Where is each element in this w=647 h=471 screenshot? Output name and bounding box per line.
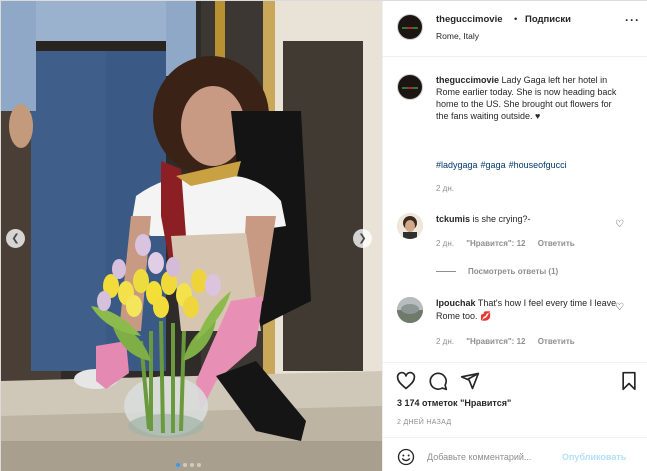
post-photo-area[interactable]: ❮ ❯ — [1, 1, 382, 471]
comment-like-button[interactable]: ♡ — [615, 219, 624, 230]
comment-time[interactable]: 2 дн. — [436, 239, 454, 248]
caption-username[interactable]: theguccimovie — [436, 75, 499, 85]
comment-text-block: tckumis is she crying?- — [436, 213, 621, 226]
carousel-next-button[interactable]: ❯ — [353, 229, 372, 248]
chevron-left-icon: ❮ — [11, 232, 20, 244]
comment-likes-count[interactable]: "Нравится": 12 — [466, 239, 525, 248]
hashtag-link[interactable]: #houseofgucci — [509, 160, 567, 170]
carousel-dot — [183, 463, 187, 467]
following-button[interactable]: Подписки — [525, 14, 571, 25]
likes-label: отметок "Нравится" — [422, 398, 512, 408]
carousel-dot — [176, 463, 180, 467]
comment-time[interactable]: 2 дн. — [436, 337, 454, 346]
comment-text: is she crying?- — [472, 214, 531, 224]
add-comment-bar: Опубликовать — [383, 437, 647, 471]
post-photo — [1, 1, 382, 471]
comment-text-block: lpouchak That's how I feel every time I … — [436, 297, 621, 323]
likes-count[interactable]: 3 174 отметок "Нравится" — [397, 398, 511, 408]
instagram-post-modal: ❮ ❯ theguccimovie • Подписки Rome, Italy… — [0, 0, 647, 471]
publish-comment-button[interactable]: Опубликовать — [562, 452, 626, 462]
gucci-stripe-logo — [402, 87, 418, 89]
comment-meta: 2 дн. "Нравится": 12 Ответить — [436, 239, 585, 248]
carousel-dot — [197, 463, 201, 467]
comment-meta: 2 дн. "Нравится": 12 Ответить — [436, 337, 585, 346]
carousel-prev-button[interactable]: ❮ — [6, 229, 25, 248]
header-separator: • — [514, 14, 518, 25]
comment-username[interactable]: lpouchak — [436, 298, 476, 308]
replies-divider-line — [436, 271, 456, 272]
caption-author-avatar[interactable] — [397, 74, 423, 100]
author-avatar[interactable] — [397, 14, 423, 40]
view-replies-label: Посмотреть ответы (1) — [468, 267, 559, 276]
comment-reply-button[interactable]: Ответить — [538, 337, 575, 346]
comment-username[interactable]: tckumis — [436, 214, 470, 224]
caption-text-block: theguccimovie Lady Gaga left her hotel i… — [436, 74, 624, 122]
comment-likes-count[interactable]: "Нравится": 12 — [466, 337, 525, 346]
likes-number: 3 174 — [397, 398, 420, 408]
avatar-photo — [397, 297, 423, 323]
emoji-smile-icon[interactable] — [397, 448, 415, 466]
more-horizontal-icon: ··· — [625, 13, 640, 27]
post-timestamp[interactable]: 2 ДНЕЙ НАЗАД — [397, 419, 451, 426]
comment-reply-button[interactable]: Ответить — [538, 239, 575, 248]
comment-icon[interactable] — [428, 371, 448, 391]
carousel-indicator — [176, 463, 201, 467]
comments-section: theguccimovie Lady Gaga left her hotel i… — [383, 57, 647, 362]
avatar-photo — [397, 213, 423, 239]
hashtag-link[interactable]: #gaga — [481, 160, 506, 170]
gucci-stripe-logo — [402, 27, 418, 29]
bookmark-icon[interactable] — [619, 371, 639, 391]
chevron-right-icon: ❯ — [358, 232, 367, 244]
more-options-button[interactable]: ··· — [625, 13, 640, 27]
view-replies-button[interactable]: Посмотреть ответы (1) — [436, 267, 558, 276]
commenter-avatar[interactable] — [397, 297, 423, 323]
share-icon[interactable] — [460, 371, 480, 391]
comment-like-button[interactable]: ♡ — [615, 302, 624, 313]
post-details-panel: theguccimovie • Подписки Rome, Italy ···… — [382, 1, 647, 471]
post-header: theguccimovie • Подписки Rome, Italy ··· — [383, 1, 647, 57]
author-username[interactable]: theguccimovie — [436, 14, 503, 25]
hashtag-link[interactable]: #ladygaga — [436, 160, 478, 170]
commenter-avatar[interactable] — [397, 213, 423, 239]
caption-timestamp[interactable]: 2 дн. — [436, 184, 454, 193]
comment-input[interactable] — [427, 449, 562, 465]
heart-outline-icon: ♡ — [615, 302, 624, 313]
heart-icon[interactable] — [396, 371, 416, 391]
hashtag-list: #ladygaga #gaga #houseofgucci — [436, 160, 570, 170]
heart-outline-icon: ♡ — [615, 219, 624, 230]
post-location[interactable]: Rome, Italy — [436, 31, 479, 41]
carousel-dot — [190, 463, 194, 467]
post-action-bar — [383, 362, 647, 396]
